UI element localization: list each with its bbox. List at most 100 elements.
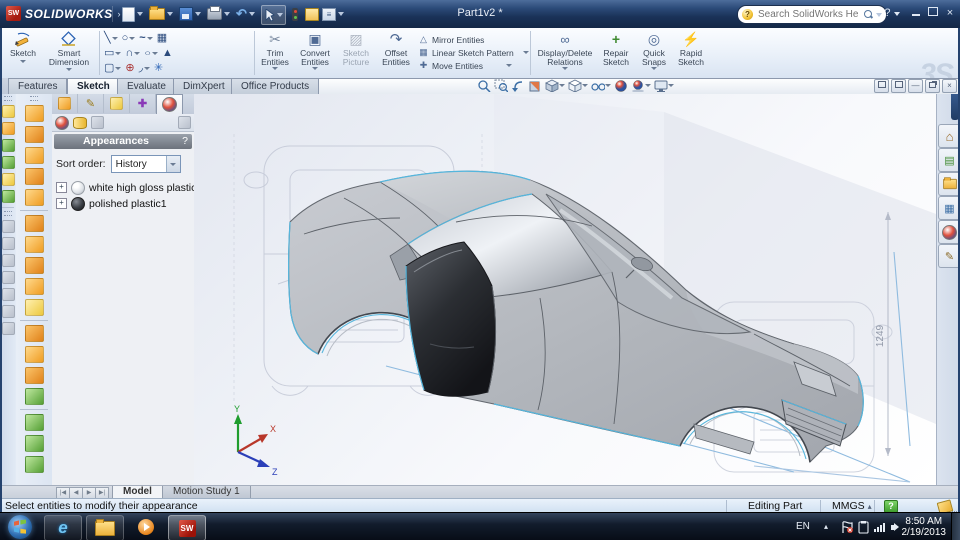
chevron-down-icon[interactable]	[522, 51, 529, 54]
chevron-down-icon[interactable]	[143, 67, 150, 70]
zoom-to-area-button[interactable]	[494, 79, 508, 92]
constraint-icon[interactable]	[1, 190, 15, 203]
search-input[interactable]	[756, 8, 861, 21]
note-text-icon[interactable]	[1, 220, 15, 233]
circle-tool[interactable]: ○	[122, 31, 136, 46]
dome-icon[interactable]	[24, 388, 44, 405]
smart-dimension-button[interactable]: Smart Dimension	[42, 30, 96, 75]
chevron-down-icon[interactable]	[151, 52, 158, 55]
print-button[interactable]	[205, 5, 232, 23]
options-button[interactable]: ≡	[320, 5, 346, 23]
chevron-down-icon[interactable]	[248, 12, 255, 16]
taskbar-clock[interactable]: 8:50 AM 2/19/2013	[902, 516, 947, 538]
appearance-tree-item[interactable]: + polished plastic1	[56, 196, 167, 211]
view-palette-tab[interactable]: ▦	[938, 196, 960, 220]
apply-scene-button[interactable]	[631, 79, 651, 92]
convert-entities-button[interactable]: ▣ Convert Entities	[294, 30, 336, 75]
chevron-down-icon[interactable]	[115, 67, 122, 70]
car-model-svg[interactable]: 1249 Y X Z	[194, 94, 936, 485]
arc-tool[interactable]: ∩	[125, 46, 141, 61]
repair-sketch-button[interactable]: + Repair Sketch	[596, 30, 636, 75]
file-explorer-tab[interactable]	[938, 172, 960, 196]
view-settings-button[interactable]	[654, 79, 674, 92]
view-decals-icon[interactable]	[91, 116, 104, 129]
expand-icon[interactable]: +	[56, 198, 67, 209]
surface-icon[interactable]	[1, 105, 15, 118]
revolved-boss-icon[interactable]	[24, 126, 44, 143]
spline-curve-icon[interactable]	[1, 156, 15, 169]
open-button[interactable]	[147, 5, 175, 23]
feature-manager-tab[interactable]	[52, 94, 78, 113]
dimxpert-manager-tab[interactable]: ✚	[130, 94, 156, 113]
appearances-scenes-tab[interactable]	[938, 220, 960, 244]
expand-icon[interactable]: +	[56, 182, 67, 193]
composite-curve-icon[interactable]	[24, 456, 44, 473]
chevron-down-icon[interactable]	[645, 84, 651, 87]
toolbar-grip[interactable]	[4, 96, 12, 101]
tab-dimxpert[interactable]: DimXpert	[173, 78, 235, 94]
custom-properties-tab[interactable]: ✎	[938, 244, 960, 268]
chevron-down-icon[interactable]	[111, 37, 118, 40]
swept-cut-icon[interactable]	[24, 278, 44, 295]
chevron-down-icon[interactable]	[167, 12, 173, 16]
chevron-down-icon[interactable]	[195, 12, 201, 16]
show-desktop-button[interactable]	[951, 513, 960, 540]
tab-office-products[interactable]: Office Products	[231, 78, 320, 94]
sort-order-select[interactable]: History	[110, 155, 181, 173]
toolbar-grip[interactable]	[30, 96, 38, 101]
minimize-document-button[interactable]: —	[908, 79, 923, 93]
chamfer-icon[interactable]	[24, 346, 44, 363]
chevron-down-icon[interactable]	[312, 67, 318, 70]
pattern-tool[interactable]: ✳	[154, 61, 163, 76]
chevron-down-icon[interactable]	[115, 52, 122, 55]
windows-explorer-button[interactable]	[86, 515, 124, 540]
chevron-down-icon[interactable]	[562, 67, 568, 70]
undo-button[interactable]: ↶	[234, 5, 257, 23]
spline-tool[interactable]: ~	[139, 31, 153, 46]
point-tool[interactable]: ⊕	[125, 61, 134, 76]
chevron-down-icon[interactable]	[137, 12, 143, 16]
revolved-cut-icon[interactable]	[24, 257, 44, 274]
trim-entities-button[interactable]: ✂ Trim Entities	[256, 30, 294, 75]
attachment-icon[interactable]	[1, 322, 15, 335]
help-button[interactable]: ?	[884, 6, 900, 21]
chevron-down-icon[interactable]	[129, 37, 136, 40]
start-button[interactable]	[2, 515, 38, 539]
configuration-manager-tab[interactable]	[104, 94, 130, 113]
swept-boss-icon[interactable]	[24, 147, 44, 164]
view-scenes-icon[interactable]	[73, 116, 87, 129]
section-view-button[interactable]	[528, 79, 542, 92]
chevron-down-icon[interactable]	[559, 84, 565, 87]
boundary-boss-icon[interactable]	[24, 189, 44, 206]
help-search-box[interactable]: ?	[737, 5, 887, 24]
select-dropdown-button[interactable]	[165, 156, 180, 172]
chevron-down-icon[interactable]	[224, 12, 230, 16]
render-options-icon[interactable]	[178, 116, 191, 129]
chevron-down-icon[interactable]	[146, 37, 153, 40]
chevron-down-icon[interactable]	[668, 84, 674, 87]
draft-icon[interactable]	[24, 367, 44, 384]
select-button[interactable]	[261, 5, 286, 25]
solidworks-taskbar-button[interactable]: SW	[168, 515, 206, 540]
units-selector[interactable]: MMGS ▴	[832, 500, 872, 512]
datum-feature-icon[interactable]	[1, 305, 15, 318]
chevron-down-icon[interactable]	[134, 52, 141, 55]
curve-icon[interactable]	[1, 139, 15, 152]
gadget-clipboard-icon[interactable]	[858, 521, 870, 534]
move-entities-button[interactable]: ✚ Move Entities	[418, 59, 529, 72]
shell-icon[interactable]	[24, 299, 44, 316]
chevron-down-icon[interactable]	[66, 68, 72, 71]
internet-explorer-button[interactable]: e	[44, 515, 82, 540]
appearance-tree-item[interactable]: + white high gloss plastic	[56, 180, 196, 195]
fillet-icon[interactable]	[24, 325, 44, 342]
search-icon[interactable]	[864, 10, 873, 19]
save-button[interactable]	[177, 5, 203, 23]
restore-document-button[interactable]	[925, 79, 940, 93]
curve-wizard-icon[interactable]	[24, 414, 44, 431]
close-button[interactable]: ×	[942, 6, 958, 21]
chevron-down-icon[interactable]	[893, 12, 900, 16]
property-manager-tab[interactable]: ✎	[78, 94, 104, 113]
tab-evaluate[interactable]: Evaluate	[117, 78, 176, 94]
render-ball-icon[interactable]	[1, 173, 15, 186]
weld-symbol-icon[interactable]	[1, 271, 15, 284]
